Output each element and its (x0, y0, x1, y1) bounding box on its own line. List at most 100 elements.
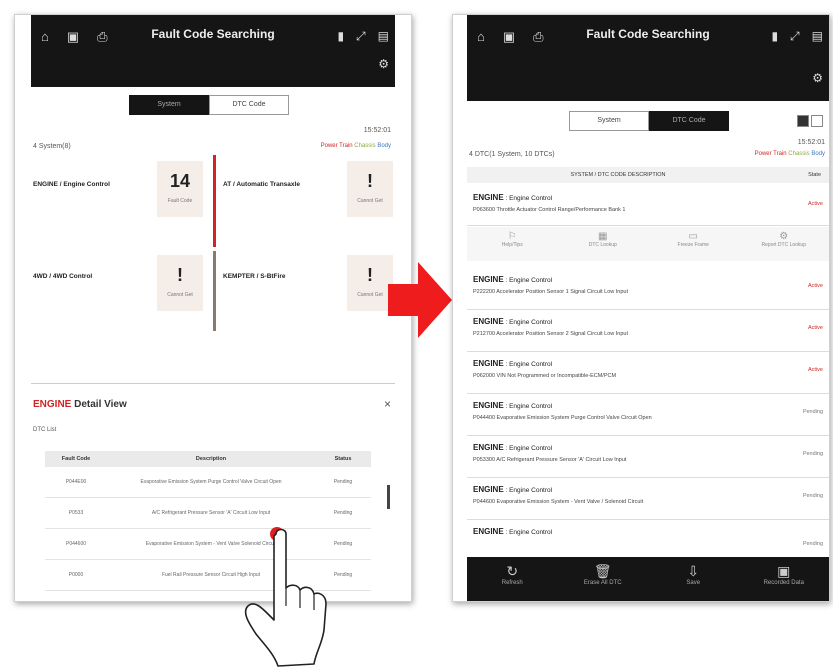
system-card-name[interactable]: AT / Automatic Transaxle (223, 181, 300, 188)
toolbar-label: Recorded Data (763, 580, 804, 586)
warning-icon: ! (367, 171, 373, 191)
system-divider-red (213, 155, 216, 247)
freeze-frame-button[interactable]: ▭ Freeze Frame (648, 227, 739, 261)
tab-system[interactable]: System (129, 95, 209, 115)
row-brand: ENGINE (473, 275, 504, 284)
left-settings-icon[interactable]: ⚙ (378, 57, 389, 71)
dtc-list-label: DTC List (33, 427, 57, 433)
fault-count: 14 (169, 171, 191, 191)
bottom-toolbar: ↻ Refresh 🗑 Erase All DTC ⇩ Save ▣ Recorded … (467, 557, 829, 601)
report-lookup-button[interactable]: ⚙ Report DTC Lookup (739, 227, 830, 261)
header-desc: SYSTEM / DTC CODE DESCRIPTION (570, 172, 666, 178)
row-desc: P222200 Accelerator Position Sensor 1 Si… (473, 289, 629, 295)
badge-label: Cannot Get (357, 198, 383, 204)
warning-icon: ! (177, 265, 183, 285)
dtc-row[interactable]: ENGINE : Engine Control P063600 Throttle… (467, 187, 829, 226)
grid-view-icon[interactable] (811, 115, 823, 127)
close-icon[interactable]: × (384, 397, 391, 411)
row-desc: A/C Refrigerant Pressure Sensor 'A' Circ… (107, 497, 315, 529)
dtc-row[interactable]: ENGINE : Engine Control P044600 Evaporat… (467, 479, 829, 520)
system-card-name[interactable]: ENGINE / Engine Control (33, 181, 110, 188)
tab-system[interactable]: System (569, 111, 649, 131)
legend-chassis: Chassis (788, 151, 810, 157)
badge-label: Cannot Get (167, 292, 193, 298)
row-system: ENGINE : Engine Control (473, 485, 552, 494)
row-system: ENGINE : Engine Control (473, 193, 552, 202)
left-top-bar: ⌂ ▣ ⎙ Fault Code Searching ▮ ⤢ ▤ ⚙ (31, 15, 395, 87)
left-segment-tabs: System DTC Code (129, 95, 289, 115)
right-screen: ⌂ ▣ ⎙ Fault Code Searching ▮ ⤢ ▤ ⚙ Syste… (467, 15, 829, 601)
dtc-row[interactable]: ENGINE : Engine Control P053300 A/C Refr… (467, 437, 829, 478)
arrow-right-icon (388, 262, 452, 338)
erase-all-dtc-button[interactable]: 🗑 Erase All DTC (558, 557, 649, 601)
legend-power-train: Power Train (320, 143, 353, 149)
toolbar-label: Erase All DTC (583, 580, 622, 586)
system-card-name[interactable]: KEMPTER / S-BtFire (223, 273, 285, 280)
row-action-bar: ⚐ Help/Tips ▦ DTC Lookup ▭ Freeze Frame ⚙ Re… (467, 227, 829, 261)
row-system: ENGINE : Engine Control (473, 359, 552, 368)
system-card-badge[interactable]: ! Cannot Get (157, 255, 203, 311)
right-top-right-icons: ▮ ⤢ ▤ (771, 29, 823, 44)
row-desc: P063600 Throttle Actuator Control Range/… (473, 207, 626, 213)
hand-pointer-icon (244, 528, 327, 667)
help-tips-button[interactable]: ⚐ Help/Tips (467, 227, 558, 261)
scrollbar[interactable] (387, 485, 390, 509)
left-time: 15:52:01 (363, 127, 391, 134)
row-brand: ENGINE (473, 527, 504, 536)
left-legend: Power Train Chassis Body (321, 143, 391, 149)
tab-dtc-code[interactable]: DTC Code (209, 95, 289, 115)
row-status: Active (808, 283, 823, 289)
row-system: ENGINE : Engine Control (473, 443, 552, 452)
row-code: P0533 (45, 497, 107, 529)
row-brand: ENGINE (473, 485, 504, 494)
row-status: Pending (315, 467, 371, 498)
expand-icon[interactable]: ⤢ (790, 29, 800, 44)
header-status: Status (315, 451, 371, 467)
row-sys: : Engine Control (503, 361, 553, 368)
right-settings-icon[interactable]: ⚙ (812, 71, 823, 85)
row-status: Pending (802, 451, 823, 457)
row-desc: P053300 A/C Refrigerant Pressure Sensor … (473, 457, 627, 463)
system-card-badge[interactable]: ! Cannot Get (347, 161, 393, 217)
dtc-row[interactable]: ENGINE : Engine Control P212700 Accelera… (467, 311, 829, 352)
refresh-button[interactable]: ↻ Refresh (467, 557, 558, 601)
view-toggle[interactable] (797, 115, 823, 127)
toolbar-label: Refresh (501, 580, 523, 586)
dtc-row[interactable]: ENGINE : Engine Control Pending (467, 521, 829, 557)
right-legend: Power Train Chassis Body (755, 151, 825, 157)
recorded-data-button[interactable]: ▣ Recorded Data (739, 557, 830, 601)
dtc-row[interactable]: ENGINE : Engine Control P062000 VIN Not … (467, 353, 829, 394)
row-status: Active (808, 201, 823, 207)
row-brand: ENGINE (473, 359, 504, 368)
row-system: ENGINE : Engine Control (473, 275, 552, 284)
tab-dtc-code[interactable]: DTC Code (649, 111, 729, 131)
system-card-badge[interactable]: ! Cannot Get (347, 255, 393, 311)
table-row[interactable]: P0533 A/C Refrigerant Pressure Sensor 'A… (45, 497, 371, 529)
left-tablet-screenshot: ⌂ ▣ ⎙ Fault Code Searching ▮ ⤢ ▤ ⚙ Syste… (14, 14, 412, 602)
divider (31, 383, 395, 384)
right-top-bar: ⌂ ▣ ⎙ Fault Code Searching ▮ ⤢ ▤ ⚙ (467, 15, 829, 101)
save-button[interactable]: ⇩ Save (648, 557, 739, 601)
header-fault-code: Fault Code (45, 451, 107, 467)
list-view-icon[interactable] (797, 115, 809, 127)
dtc-row[interactable]: ENGINE : Engine Control P044400 Evaporat… (467, 395, 829, 436)
row-sys: : Engine Control (503, 487, 553, 494)
table-row[interactable]: P044E00 Evaporative Emission System Purg… (45, 467, 371, 498)
row-sys: : Engine Control (503, 529, 553, 536)
row-brand: ENGINE (473, 443, 504, 452)
dtc-lookup-button[interactable]: ▦ DTC Lookup (558, 227, 649, 261)
system-card-name[interactable]: 4WD / 4WD Control (33, 273, 92, 280)
menu-icon[interactable]: ▤ (812, 29, 823, 44)
record-icon: ▣ (777, 563, 791, 579)
expand-icon[interactable]: ⤢ (356, 29, 366, 44)
dtc-table-header: SYSTEM / DTC CODE DESCRIPTION State (467, 167, 829, 183)
row-desc: P044400 Evaporative Emission System Purg… (473, 415, 652, 421)
row-code: P044600 (45, 528, 107, 560)
system-card-badge[interactable]: 14 Fault Code (157, 161, 203, 217)
row-sys: : Engine Control (503, 445, 553, 452)
row-sys: : Engine Control (503, 277, 553, 284)
menu-icon[interactable]: ▤ (378, 29, 389, 44)
header-state: State (808, 172, 821, 178)
dtc-row[interactable]: ENGINE : Engine Control P222200 Accelera… (467, 269, 829, 310)
action-label: Freeze Frame (677, 242, 709, 248)
